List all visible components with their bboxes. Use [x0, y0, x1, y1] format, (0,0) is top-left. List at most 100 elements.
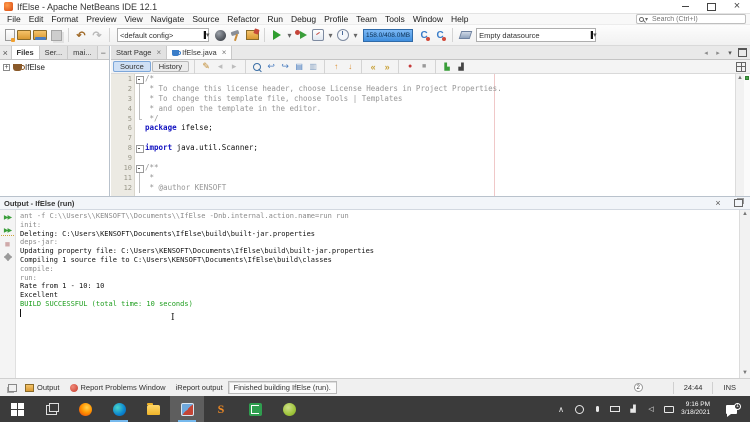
- mic-icon[interactable]: [592, 404, 602, 414]
- editor-tab-ifelsejava[interactable]: IfElse.java ×: [167, 46, 233, 59]
- taskbar-firefox-button[interactable]: [68, 396, 102, 422]
- datasource-select[interactable]: Empty datasource ▾: [476, 28, 597, 42]
- menu-help[interactable]: Help: [447, 14, 472, 25]
- explorer-tab-ser[interactable]: Ser...: [39, 46, 69, 59]
- code-line[interactable]: 3 * To change this template file, choose…: [111, 93, 750, 104]
- menu-format[interactable]: Format: [47, 14, 82, 25]
- menu-team[interactable]: Team: [352, 14, 381, 25]
- menu-profile[interactable]: Profile: [320, 14, 352, 25]
- menu-run[interactable]: Run: [263, 14, 287, 25]
- menu-tools[interactable]: Tools: [381, 14, 409, 25]
- menu-view[interactable]: View: [121, 14, 147, 25]
- code-line[interactable]: 8 import java.util.Scanner;: [111, 143, 750, 154]
- code-line[interactable]: 2 * To change this license header, choos…: [111, 83, 750, 94]
- view-button-history[interactable]: History: [151, 61, 190, 72]
- dropdown-icon[interactable]: [352, 28, 359, 42]
- scroll-up-icon[interactable]: ▲: [740, 210, 750, 219]
- expand-icon[interactable]: +: [3, 64, 10, 71]
- prev-occurrence-icon[interactable]: [330, 61, 342, 73]
- notification-count-badge[interactable]: 2: [633, 383, 643, 392]
- rerun-params-icon[interactable]: [1, 225, 14, 236]
- save-all-icon[interactable]: [49, 28, 63, 42]
- clock-tray-icon[interactable]: [574, 404, 584, 414]
- network-icon[interactable]: [628, 404, 638, 414]
- config-select[interactable]: <default config> ▾: [117, 28, 210, 42]
- undo-icon[interactable]: [74, 28, 88, 42]
- battery-icon[interactable]: [610, 404, 620, 414]
- search-box[interactable]: ▾: [636, 14, 746, 24]
- comment-icon[interactable]: [441, 61, 453, 73]
- taskbar-start-button[interactable]: [0, 396, 34, 422]
- status-button-ireport-output[interactable]: iReport output: [176, 383, 223, 392]
- dropdown-icon[interactable]: [286, 28, 293, 42]
- back-arrow-icon[interactable]: [265, 61, 277, 73]
- output-scrollbar[interactable]: ▲ ▼: [739, 210, 750, 378]
- menu-navigate[interactable]: Navigate: [147, 14, 189, 25]
- explorer-tab-files[interactable]: Files: [11, 46, 40, 59]
- dock-window-icon[interactable]: [5, 381, 19, 395]
- code-line[interactable]: 9: [111, 153, 750, 163]
- action-center-button[interactable]: 1: [716, 402, 746, 417]
- close-tab-icon[interactable]: ×: [222, 48, 227, 57]
- maximize-button[interactable]: [699, 0, 723, 14]
- code-line[interactable]: 5 */: [111, 113, 750, 124]
- debug-icon[interactable]: [295, 28, 309, 42]
- view-button-source[interactable]: Source: [113, 61, 151, 72]
- open-project-icon[interactable]: [33, 28, 47, 42]
- stop-macro-icon[interactable]: [418, 61, 430, 73]
- tab-scroll-right-icon[interactable]: [713, 46, 723, 60]
- close-button[interactable]: [725, 0, 749, 14]
- selection-icon[interactable]: [307, 61, 319, 73]
- menu-edit[interactable]: Edit: [25, 14, 48, 25]
- no-errors-badge[interactable]: [745, 76, 749, 80]
- profile-icon[interactable]: [311, 28, 325, 42]
- menu-debug[interactable]: Debug: [287, 14, 320, 25]
- stop-icon[interactable]: [1, 238, 14, 249]
- copy-history-icon[interactable]: [293, 61, 305, 73]
- fold-marker[interactable]: [132, 74, 145, 84]
- menu-window[interactable]: Window: [409, 14, 447, 25]
- menu-source[interactable]: Source: [188, 14, 223, 25]
- touch-keyboard-icon[interactable]: [664, 404, 674, 414]
- taskbar-task-view-button[interactable]: [34, 396, 68, 422]
- insert-mode-indicator[interactable]: INS: [712, 381, 746, 394]
- minimize-panel-icon[interactable]: −: [98, 46, 110, 59]
- next-bookmark-icon[interactable]: [381, 61, 393, 73]
- new-file-icon[interactable]: [4, 28, 15, 42]
- scroll-up-icon[interactable]: ▲: [736, 74, 744, 82]
- split-editor-icon[interactable]: [735, 61, 747, 73]
- gc-1-icon[interactable]: [417, 28, 431, 42]
- close-output-icon[interactable]: [711, 196, 725, 210]
- next-occurrence-icon[interactable]: [344, 61, 356, 73]
- code-line[interactable]: 7: [111, 133, 750, 143]
- search-input[interactable]: [650, 14, 743, 24]
- redo-icon[interactable]: [90, 28, 104, 42]
- gc-2-icon[interactable]: [433, 28, 447, 42]
- code-line[interactable]: 4 * and open the template in the editor.: [111, 103, 750, 114]
- editor-tab-startpage[interactable]: Start Page ×: [111, 46, 168, 59]
- taskbar-app-s-button[interactable]: [204, 396, 238, 422]
- float-window-icon[interactable]: [731, 196, 745, 210]
- taskbar-netbeans-button[interactable]: [170, 396, 204, 422]
- new-project-icon[interactable]: [17, 28, 31, 42]
- tab-scroll-left-icon[interactable]: [701, 46, 711, 60]
- maximize-view-icon[interactable]: [737, 46, 747, 60]
- record-macro-icon[interactable]: [404, 61, 416, 73]
- code-line[interactable]: 10 /**: [111, 163, 750, 173]
- find-icon[interactable]: [251, 61, 263, 73]
- close-tab-icon[interactable]: ×: [156, 48, 161, 57]
- memory-indicator[interactable]: 158.0/408.0MB: [363, 28, 414, 42]
- deploy-icon[interactable]: [213, 28, 227, 42]
- menu-preview[interactable]: Preview: [82, 14, 120, 25]
- status-button-report-problems-window[interactable]: Report Problems Window: [69, 383, 166, 392]
- code-line[interactable]: 12 * @author KENSOFT: [111, 182, 750, 193]
- clean-build-icon[interactable]: [245, 28, 259, 42]
- taskbar-app-globe-button[interactable]: [272, 396, 306, 422]
- menu-refactor[interactable]: Refactor: [223, 14, 263, 25]
- tab-list-dropdown-icon[interactable]: [725, 46, 735, 60]
- taskbar-edge-button[interactable]: [102, 396, 136, 422]
- fold-marker[interactable]: [132, 143, 145, 154]
- tree-item-project[interactable]: + IfElse: [2, 63, 107, 72]
- minimize-button[interactable]: [673, 0, 697, 14]
- scroll-down-icon[interactable]: ▼: [740, 369, 750, 378]
